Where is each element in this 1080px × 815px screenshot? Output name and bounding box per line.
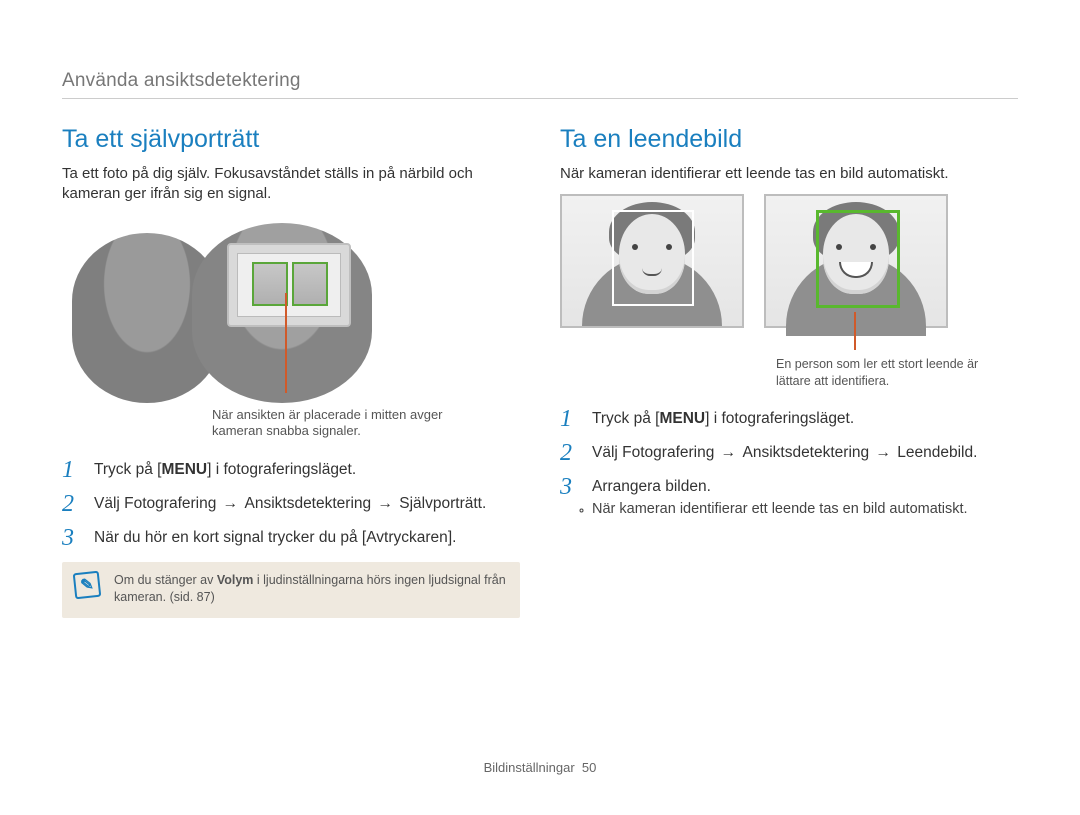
arrow-icon: →: [216, 495, 244, 512]
step-text: Tryck på [: [94, 461, 161, 478]
intro-self-portrait: Ta ett foto på dig själv. Fokusavståndet…: [62, 164, 520, 205]
menu-path-item: Fotografering: [622, 444, 714, 461]
section-self-portrait: Ta ett självporträtt Ta ett foto på dig …: [62, 125, 520, 618]
step-text: Tryck på [: [592, 410, 659, 427]
face-detect-box-white: [612, 210, 694, 306]
step-1: 1 Tryck på [MENU] i fotograferingsläget.: [62, 458, 520, 482]
step-number: 2: [62, 492, 82, 516]
menu-path-item: Fotografering: [124, 495, 216, 512]
caption-smile: En person som ler ett stort leende är lä…: [776, 356, 1006, 389]
note-text: Om du stänger av Volym i ljudinställning…: [114, 572, 506, 606]
step-3: 3 När du hör en kort signal trycker du p…: [62, 526, 520, 550]
step-text: Välj: [592, 444, 622, 461]
callout-self-portrait: När ansikten är placerade i mitten avger…: [212, 407, 492, 441]
step-text: .: [973, 444, 977, 461]
arrow-icon: →: [714, 444, 742, 461]
step-text: .: [482, 495, 486, 512]
shutter-key-label: Avtryckaren: [366, 529, 448, 546]
section-title-smile: Ta en leendebild: [560, 125, 1018, 154]
menu-key-label: MENU: [161, 461, 207, 478]
step-text: När du hör en kort signal trycker du på …: [94, 529, 366, 546]
section-smile-shot: Ta en leendebild När kameran identifiera…: [560, 125, 1018, 618]
face-detect-box-green: [816, 210, 900, 308]
illustration-smile-row: [560, 194, 1018, 328]
menu-path-item: Ansiktsdetektering: [742, 444, 869, 461]
arrow-icon: →: [371, 495, 399, 512]
step-text: Arrangera bilden.: [592, 478, 711, 495]
step-text: Välj: [94, 495, 124, 512]
step-text: ].: [448, 529, 457, 546]
footer-section: Bildinställningar: [484, 760, 575, 775]
illustration-self-portrait: [72, 213, 392, 403]
step-sublist: När kameran identifierar ett leende tas …: [592, 500, 968, 520]
camera-icon: [227, 243, 351, 327]
step-text: ] i fotograferingsläget.: [207, 461, 356, 478]
step-number: 2: [560, 441, 580, 465]
section-title-self-portrait: Ta ett självporträtt: [62, 125, 520, 154]
callout-line-icon: [854, 312, 856, 350]
step-number: 1: [560, 407, 580, 431]
breadcrumb: Använda ansiktsdetektering: [62, 70, 1018, 99]
intro-smile: När kameran identifierar ett leende tas …: [560, 164, 1018, 184]
step-2: 2 Välj Fotografering → Ansiktsdetekterin…: [62, 492, 520, 516]
step-sub-text: När kameran identifierar ett leende tas …: [592, 500, 968, 520]
step-number: 3: [62, 526, 82, 550]
step-2: 2 Välj Fotografering → Ansiktsdetekterin…: [560, 441, 1018, 465]
step-1: 1 Tryck på [MENU] i fotograferingsläget.: [560, 407, 1018, 431]
menu-path-item: Självporträtt: [399, 495, 482, 512]
footer-page-number: 50: [582, 760, 596, 775]
step-number: 1: [62, 458, 82, 482]
camera-screen: [237, 253, 341, 317]
menu-key-label: MENU: [659, 410, 705, 427]
note-box: ✎ Om du stänger av Volym i ljudinställni…: [62, 562, 520, 618]
callout-line-icon: [285, 293, 287, 393]
arrow-icon: →: [869, 444, 897, 461]
steps-self-portrait: 1 Tryck på [MENU] i fotograferingsläget.…: [62, 458, 520, 550]
page-footer: Bildinställningar 50: [0, 760, 1080, 775]
step-text: ] i fotograferingsläget.: [705, 410, 854, 427]
menu-path-item: Leendebild: [897, 444, 973, 461]
face-detect-box-2: [292, 262, 328, 306]
photo-neutral: [560, 194, 744, 328]
note-icon: ✎: [73, 571, 102, 600]
step-number: 3: [560, 475, 580, 519]
note-segment: Om du stänger av: [114, 573, 217, 587]
menu-path-item: Ansiktsdetektering: [244, 495, 371, 512]
step-3: 3 Arrangera bilden. När kameran identifi…: [560, 475, 1018, 519]
steps-smile: 1 Tryck på [MENU] i fotograferingsläget.…: [560, 407, 1018, 519]
note-bold: Volym: [217, 573, 254, 587]
photo-smiling: [764, 194, 948, 328]
face-detect-box-1: [252, 262, 288, 306]
